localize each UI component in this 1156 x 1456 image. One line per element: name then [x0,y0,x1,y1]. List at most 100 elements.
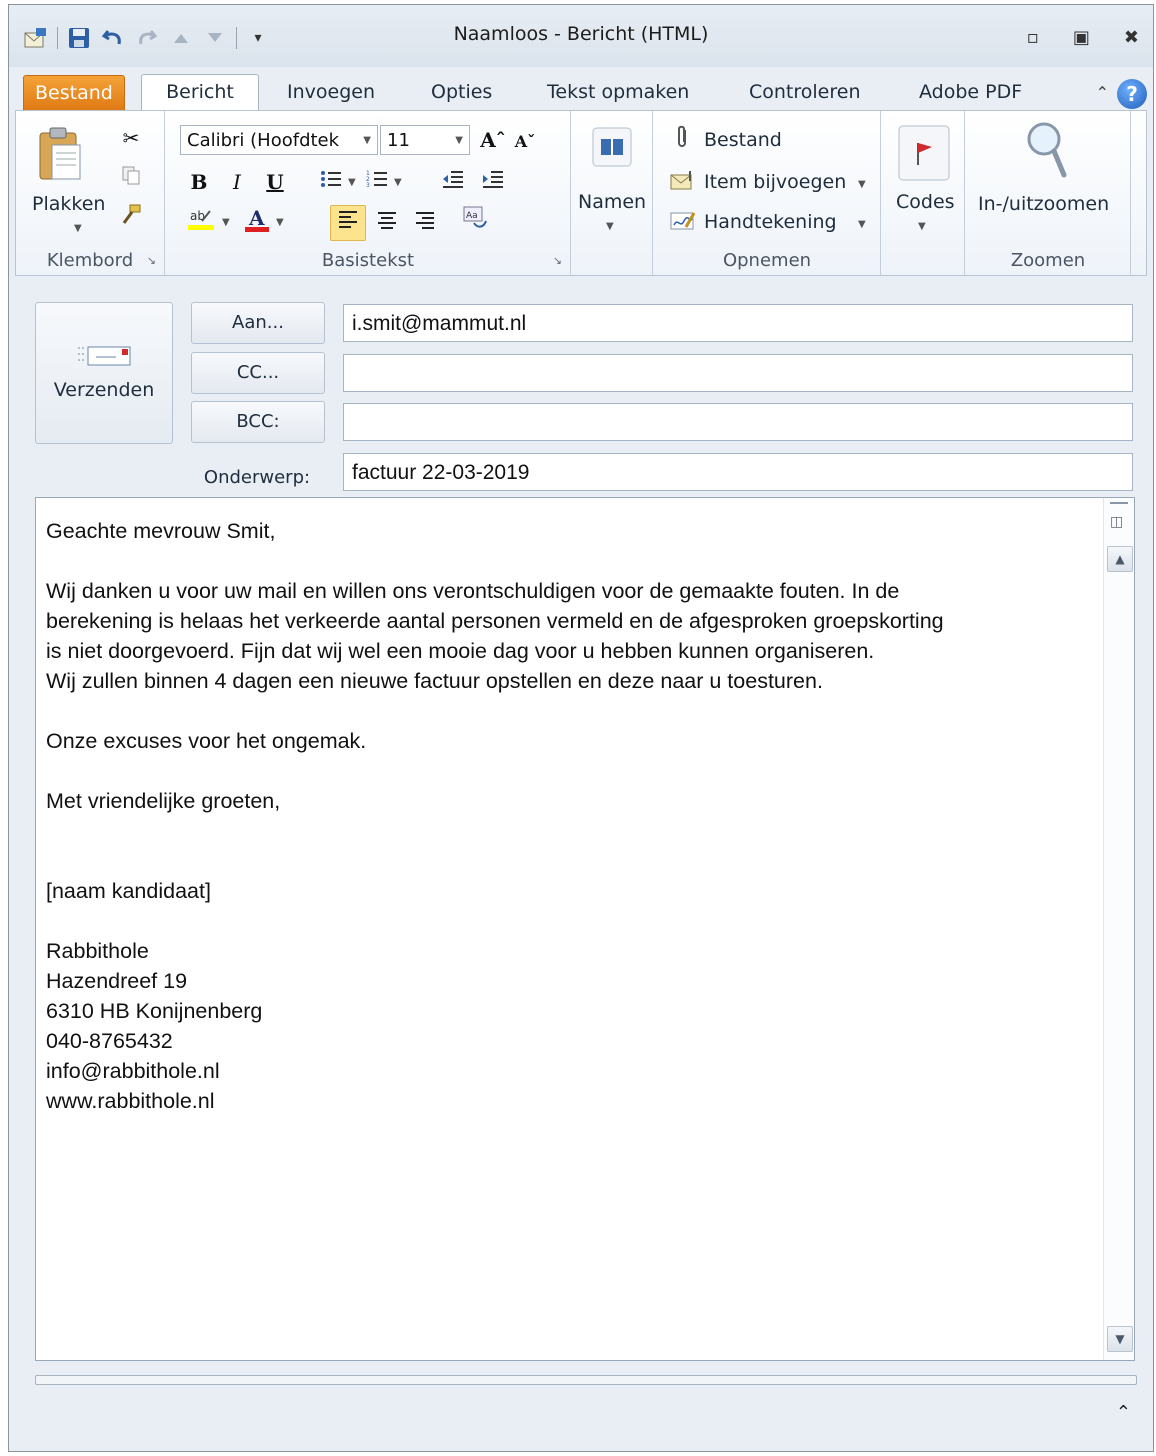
paste-dropdown-icon[interactable]: ▼ [74,223,82,234]
basic-text-group-label: Basistekst [321,250,415,271]
bcc-field[interactable] [343,403,1133,441]
styles-icon[interactable]: Aa [460,205,490,235]
follow-up-flag-icon[interactable] [898,125,950,185]
scroll-up-icon[interactable]: ▲ [1107,546,1133,572]
body-greeting: Geachte mevrouw Smit, [46,519,276,543]
tab-controleren[interactable]: Controleren [739,75,871,109]
decrease-indent-icon[interactable] [438,167,468,197]
split-handle[interactable] [1110,502,1128,504]
signature-icon[interactable] [668,209,698,239]
message-body-text[interactable]: Geachte mevrouw Smit, ​ Wij danken u voo… [46,516,1106,1116]
format-painter-icon[interactable] [116,203,146,233]
zoom-label[interactable]: In-/uitzoomen [978,193,1109,215]
align-left-icon[interactable] [330,205,366,241]
body-blank-line: ​ [46,696,1106,726]
tags-dropdown-icon[interactable]: ▼ [918,221,926,232]
attach-file-icon[interactable] [668,125,698,155]
italic-button[interactable]: I [222,167,252,197]
ribbon: Plakken ▼ ✂ Klembord ↘ Calibri (Hoofdtek… [15,110,1147,276]
address-book-icon[interactable] [592,127,632,171]
numbering-dropdown-icon[interactable]: ▼ [394,177,402,188]
chevron-down-icon[interactable]: ▼ [363,126,371,156]
tab-invoegen[interactable]: Invoegen [277,75,385,109]
attach-item-dropdown-icon[interactable]: ▼ [858,179,866,190]
attach-item-icon[interactable] [668,169,698,199]
send-button[interactable]: Verzenden [35,302,173,444]
underline-button[interactable]: U [260,167,290,197]
chevron-down-icon[interactable]: ▼ [455,126,463,156]
signature-city: 6310 HB Konijnenberg [46,999,263,1023]
signature-email: info@rabbithole.nl [46,1059,220,1083]
ruler-toggle-icon[interactable]: ◫ [1110,514,1123,530]
signature-company: Rabbithole [46,939,149,963]
tab-bestand[interactable]: Bestand [23,75,125,111]
close-icon[interactable]: ✖ [1124,27,1139,48]
font-name-value: Calibri (Hoofdtek [187,130,340,151]
to-button[interactable]: Aan... [191,302,325,344]
paste-icon[interactable] [36,125,84,187]
tags-label[interactable]: Codes [896,191,955,213]
ribbon-tabs: Bestand Bericht Invoegen Opties Tekst op… [9,69,1153,113]
minimize-icon[interactable]: ▫ [1027,27,1039,48]
body-blank-line: ​ [46,846,1106,876]
tab-opties[interactable]: Opties [421,75,502,109]
font-color-dropdown-icon[interactable]: ▼ [276,217,284,228]
help-icon[interactable]: ? [1117,79,1147,109]
names-label[interactable]: Namen [578,191,646,213]
svg-text:3: 3 [366,182,370,189]
clipboard-launcher-icon[interactable]: ↘ [147,254,156,267]
signature-street: Hazendreef 19 [46,969,188,993]
align-right-icon[interactable] [410,207,440,237]
attach-file-label[interactable]: Bestand [704,129,782,151]
title-bar: ▾ Naamloos - Bericht (HTML) ▫ ▣ ✖ [9,5,1153,67]
tab-adobe-pdf[interactable]: Adobe PDF [909,75,1032,109]
vertical-scrollbar[interactable]: ◫ ▲ ▼ [1103,498,1134,1360]
body-paragraph-line: berekening is helaas het verkeerde aanta… [46,609,944,633]
numbering-icon[interactable]: 123 [362,167,392,197]
body-blank-line: ​ [46,906,1106,936]
to-field[interactable]: i.smit@mammut.nl [343,304,1133,342]
body-blank-line: ​ [46,546,1106,576]
paste-button-label[interactable]: Plakken [32,193,105,215]
clipboard-group-label: Klembord [46,250,134,271]
bullets-dropdown-icon[interactable]: ▼ [348,177,356,188]
svg-text:Aa: Aa [466,211,478,221]
signature-label[interactable]: Handtekening [704,211,837,233]
signature-phone: 040-8765432 [46,1029,173,1053]
tab-tekst-opmaken[interactable]: Tekst opmaken [537,75,699,109]
restore-icon[interactable]: ▣ [1073,27,1090,48]
minimize-ribbon-icon[interactable]: ⌃ [1096,83,1109,102]
cc-field[interactable] [343,354,1133,392]
signature-website: www.rabbithole.nl [46,1089,215,1113]
scroll-down-icon[interactable]: ▼ [1107,1326,1133,1352]
font-name-combo[interactable]: Calibri (Hoofdtek ▼ [180,125,378,155]
subject-field[interactable]: factuur 22-03-2019 [343,453,1133,491]
grow-font-icon[interactable]: Aˆ [478,125,508,155]
send-icon [76,345,134,367]
include-group-label: Opnemen [722,250,812,271]
bold-button[interactable]: B [184,167,214,197]
bullets-icon[interactable] [316,167,346,197]
signature-dropdown-icon[interactable]: ▼ [858,219,866,230]
message-body[interactable]: Geachte mevrouw Smit, ​ Wij danken u voo… [35,497,1135,1361]
align-center-icon[interactable] [372,207,402,237]
font-size-combo[interactable]: 11 ▼ [380,125,470,155]
shrink-font-icon[interactable]: Aˇ [510,127,540,157]
increase-indent-icon[interactable] [478,167,508,197]
highlight-dropdown-icon[interactable]: ▼ [222,217,230,228]
cut-icon[interactable]: ✂ [116,123,146,153]
basic-text-launcher-icon[interactable]: ↘ [553,254,562,267]
attach-item-label[interactable]: Item bijvoegen [704,171,846,193]
people-pane-divider[interactable] [35,1375,1137,1385]
font-color-icon[interactable]: A [242,206,272,237]
names-dropdown-icon[interactable]: ▼ [606,221,614,232]
highlight-icon[interactable]: ab [186,207,216,237]
zoom-magnifier-icon[interactable] [1024,119,1070,189]
cc-button[interactable]: CC... [191,352,325,394]
include-group: Bestand Item bijvoegen ▼ Handtekening ▼ … [654,111,881,275]
tab-bericht[interactable]: Bericht [141,74,259,113]
bcc-button[interactable]: BCC: [191,401,325,443]
copy-icon[interactable] [116,163,146,193]
expand-people-pane-icon[interactable]: ⌃ [1116,1402,1131,1423]
clipboard-group: Plakken ▼ ✂ Klembord ↘ [16,111,165,275]
